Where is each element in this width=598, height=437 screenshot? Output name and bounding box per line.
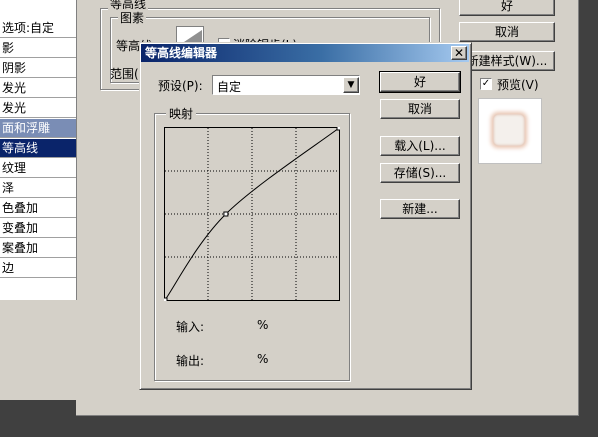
preview-label: 预览(V) [497,78,539,92]
style-list-item[interactable]: 阴影 [0,59,76,78]
contour-curve-graph[interactable] [164,127,340,301]
close-icon: ✕ [453,46,465,60]
contour-editor-title: 等高线编辑器 [145,46,218,60]
output-label: 输出: [176,354,205,368]
new-style-button[interactable]: 新建样式(W)... [459,51,555,71]
style-list-header: 选项:自定 [0,19,76,38]
load-button[interactable]: 载入(L)... [380,136,460,156]
save-button[interactable]: 存储(S)... [380,163,460,183]
output-value: % [257,352,269,366]
style-list-item[interactable]: 泽 [0,179,76,198]
ok-button[interactable]: 好 [379,71,461,93]
range-label: 范围( [110,67,139,81]
preset-value: 自定 [217,80,242,94]
preset-dropdown-button[interactable]: ▼ [343,77,359,93]
style-list-item[interactable]: 色叠加 [0,199,76,218]
preview-checkbox[interactable]: ✓ [480,78,492,90]
curve-control-point[interactable] [336,127,340,131]
preset-select[interactable]: 自定 ▼ [212,75,360,95]
style-list-item[interactable]: 边 [0,259,76,278]
elements-sub-group-title: 图素 [118,9,147,26]
new-contour-button[interactable]: 新建... [380,199,460,219]
close-button[interactable]: ✕ [451,46,467,60]
cancel-button[interactable]: 取消 [380,99,460,119]
style-list-item[interactable]: 面和浮雕 [0,119,76,138]
style-list-item[interactable]: 变叠加 [0,219,76,238]
style-list-item[interactable]: 发光 [0,79,76,98]
input-label: 输入: [176,320,205,334]
curve-control-point[interactable] [223,211,229,217]
curve-control-point[interactable] [164,297,168,301]
style-list: 选项:自定影阴影 发光 发光 面和浮雕 等高线 纹理泽色叠加 变叠加 案叠加边 [0,0,77,300]
style-list-item[interactable]: 发光 [0,99,76,118]
mapping-label: 映射 [166,105,197,122]
style-preview-swatch [478,98,542,164]
input-value: % [257,318,269,332]
style-list-item[interactable]: 等高线 [0,139,76,158]
background-dark-area [578,0,598,437]
preset-label: 预设(P): [158,79,203,93]
dropdown-arrow-icon: ▼ [347,80,355,90]
layer-style-ok-button[interactable]: 好 [459,0,555,16]
style-list-item[interactable]: 案叠加 [0,239,76,258]
layer-style-cancel-button[interactable]: 取消 [459,22,555,42]
style-list-item[interactable]: 影 [0,39,76,58]
checkmark-icon: ✓ [481,78,491,89]
style-preview-shape [493,114,525,146]
style-list-item[interactable]: 纹理 [0,159,76,178]
